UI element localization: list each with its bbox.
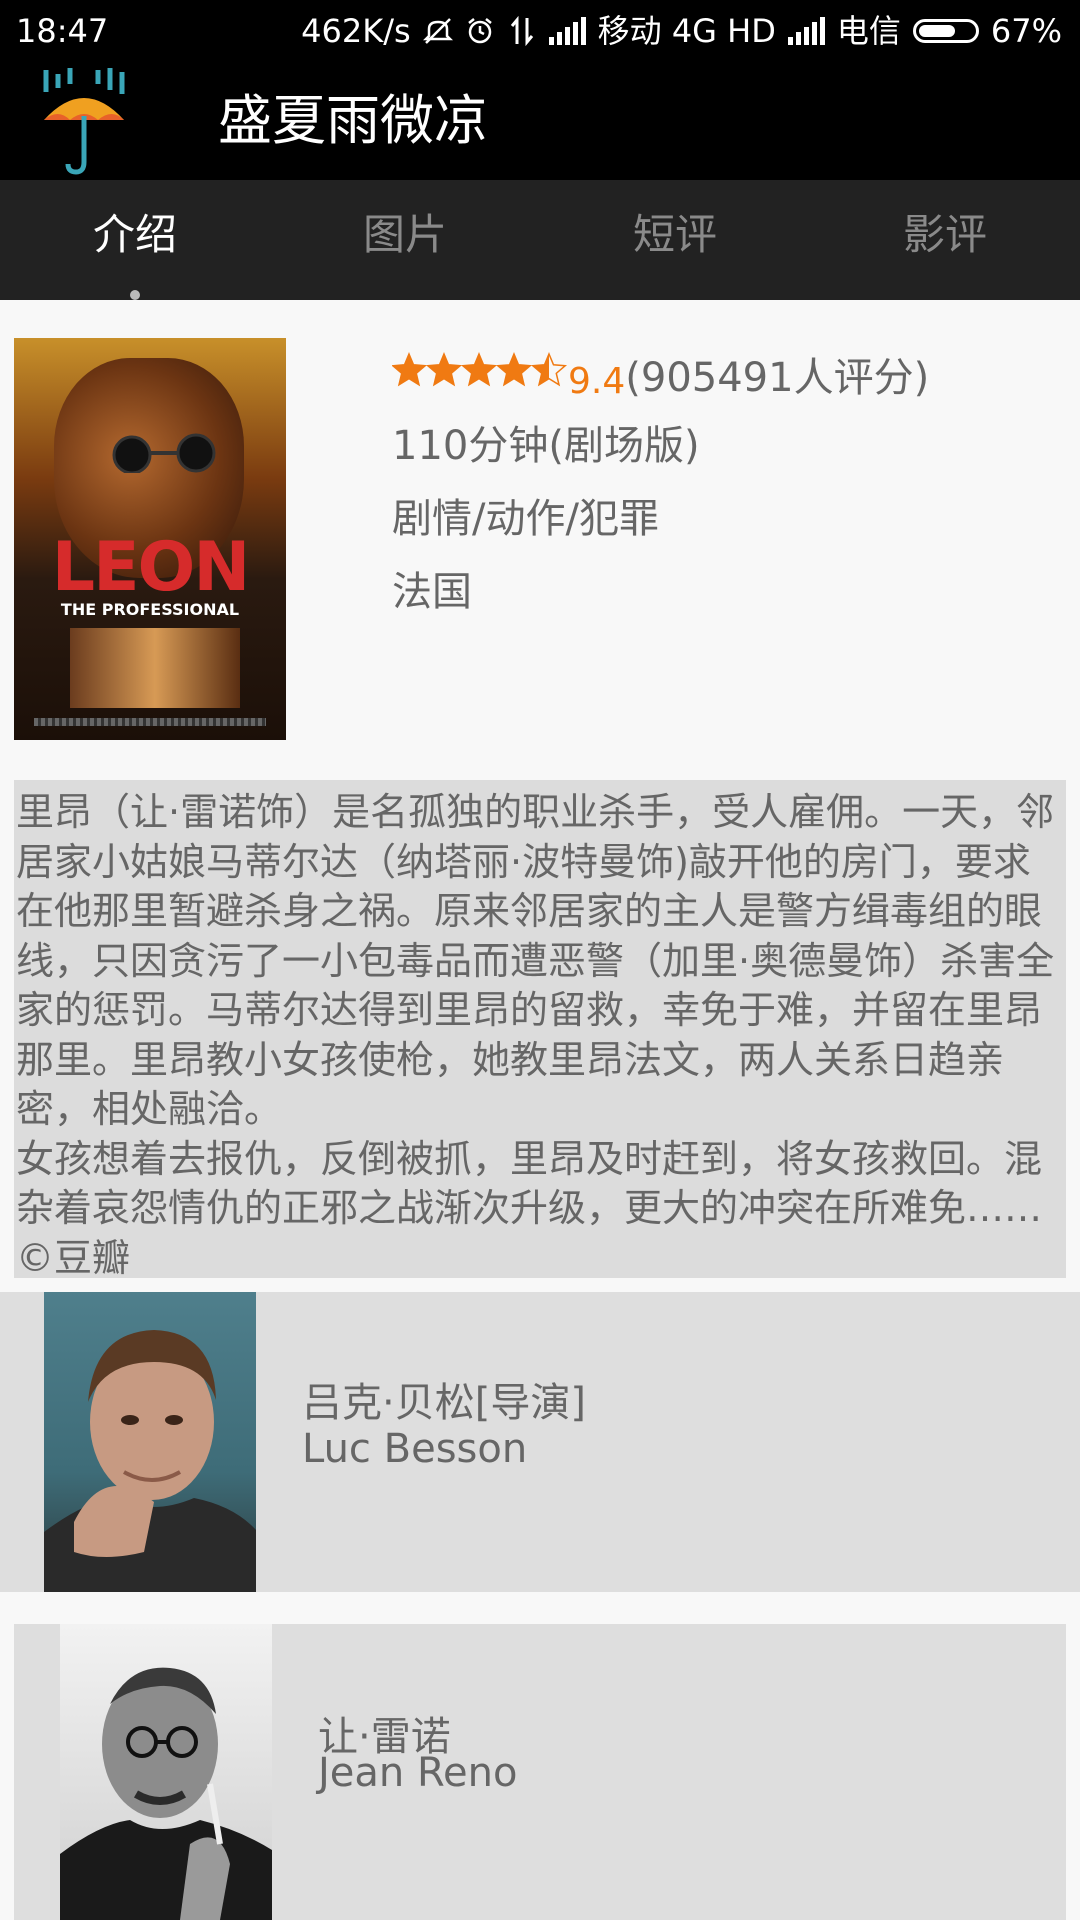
poster-subtitle: THE PROFESSIONAL xyxy=(60,600,240,619)
cast-name-cn: 吕克·贝松[导演] xyxy=(302,1380,586,1426)
status-time: 18:47 xyxy=(16,12,109,50)
tab-indicator xyxy=(130,290,140,300)
carrier-2: 电信 xyxy=(836,12,901,50)
star-icon xyxy=(392,352,428,387)
rating-votes: (905491人评分) xyxy=(625,355,930,401)
rating-stars-icon xyxy=(392,352,568,387)
movie-country: 法国 xyxy=(392,569,472,615)
network-speed: 462K/s xyxy=(301,12,411,50)
movie-genres: 剧情/动作/犯罪 xyxy=(392,496,659,542)
cast-item-director[interactable]: 吕克·贝松[导演] Luc Besson xyxy=(0,1292,1080,1592)
star-icon xyxy=(460,352,498,387)
tab-reviews[interactable]: 影评 xyxy=(810,180,1080,300)
status-bar: 18:47 462K/s 移动 4G HD 电信 67% xyxy=(0,0,1080,62)
tab-label: 图片 xyxy=(362,210,447,259)
movie-poster[interactable]: LEON THE PROFESSIONAL xyxy=(14,338,286,740)
avatar xyxy=(44,1292,256,1592)
carrier-1: 移动 4G HD xyxy=(597,12,776,50)
app-title: 盛夏雨微凉 xyxy=(218,89,488,152)
cast-name-en: Jean Reno xyxy=(318,1750,518,1796)
umbrella-rain-icon[interactable] xyxy=(42,68,126,178)
tab-short-reviews[interactable]: 短评 xyxy=(540,180,810,300)
tab-photos[interactable]: 图片 xyxy=(270,180,540,300)
movie-summary: 里昂（让·雷诺饰）是名孤独的职业杀手，受人雇佣。一天，邻居家小姑娘马蒂尔达（纳塔… xyxy=(14,780,1066,1278)
tab-label: 短评 xyxy=(632,210,717,259)
status-icons: 462K/s 移动 4G HD 电信 67% xyxy=(301,0,1062,62)
battery-percent: 67% xyxy=(990,12,1062,50)
rating-row: 9.4 (905491人评分) xyxy=(392,338,929,410)
action-bar: 盛夏雨微凉 xyxy=(0,62,1080,180)
poster-title: LEON xyxy=(51,528,251,607)
alarm-icon xyxy=(465,0,495,62)
movie-duration: 110分钟(剧场版) xyxy=(392,423,700,469)
poster-glasses xyxy=(112,433,216,473)
signal-icon-2 xyxy=(787,17,825,45)
tab-intro[interactable]: 介绍 xyxy=(0,180,270,300)
mute-icon xyxy=(422,0,453,62)
cast-name-en: Luc Besson xyxy=(302,1426,528,1472)
data-transfer-icon xyxy=(507,0,537,62)
tab-bar: 介绍 图片 短评 影评 xyxy=(0,180,1080,300)
star-icon xyxy=(530,352,568,387)
rating-score: 9.4 xyxy=(568,360,626,402)
star-icon xyxy=(495,352,533,387)
cast-item-actor[interactable]: 让·雷诺 Jean Reno xyxy=(14,1624,1066,1920)
avatar xyxy=(60,1624,272,1920)
star-icon xyxy=(425,352,463,387)
poster-scene xyxy=(70,628,240,708)
poster-credits xyxy=(34,718,266,726)
tab-label: 影评 xyxy=(902,210,987,259)
signal-icon xyxy=(548,17,586,45)
battery-icon xyxy=(912,19,979,43)
tab-label: 介绍 xyxy=(92,210,177,259)
